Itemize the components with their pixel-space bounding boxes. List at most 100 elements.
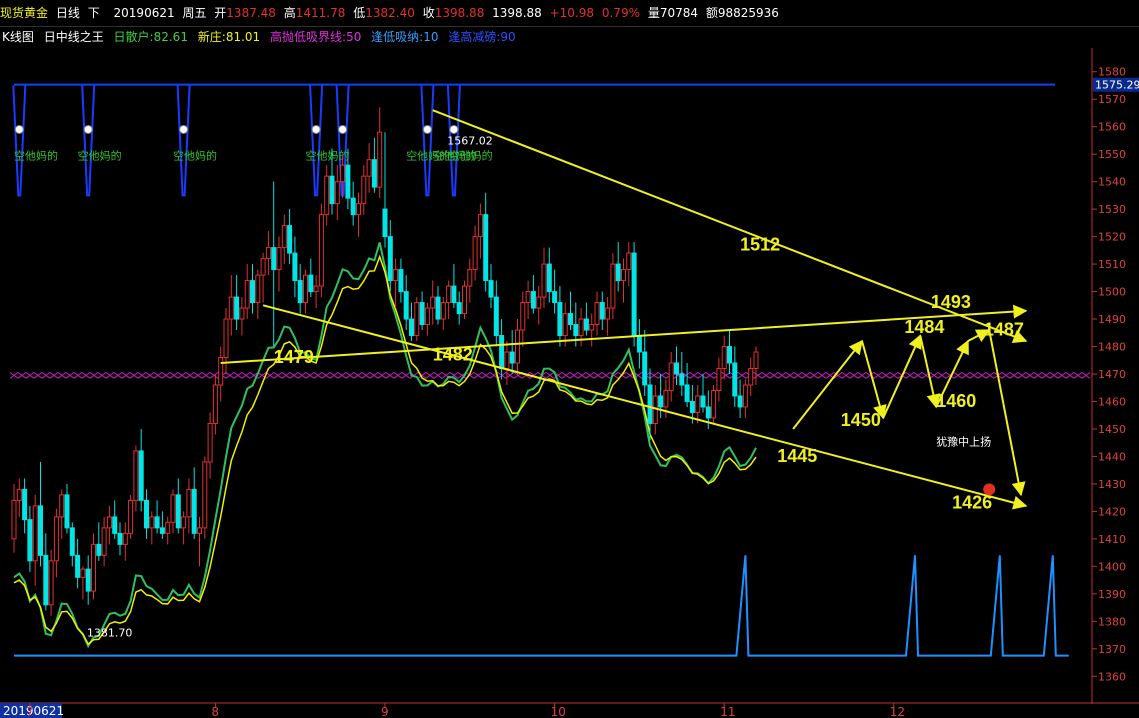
candle-body <box>642 351 648 386</box>
right-marker-label: 1575.29 <box>1095 79 1139 92</box>
candle-body <box>737 395 743 408</box>
candle-body <box>520 302 526 331</box>
candle-body <box>499 335 505 370</box>
candle-body <box>753 351 759 370</box>
price-annotation: 1479 <box>274 347 314 367</box>
candle-body <box>223 318 229 359</box>
candle-body <box>138 450 144 501</box>
candle-body <box>403 291 409 320</box>
price-annotation: 1460 <box>936 391 976 411</box>
price-annotation: 1484 <box>904 317 944 337</box>
candle-body <box>75 554 81 578</box>
y-tick-label: 1510 <box>1098 258 1126 271</box>
candle-body <box>159 527 165 534</box>
candle-body <box>562 313 568 337</box>
candle-body <box>255 274 261 304</box>
candle-body <box>101 527 107 556</box>
x-tick-label: 11 <box>720 705 735 718</box>
candle-body <box>175 494 181 529</box>
candle-body <box>197 527 202 534</box>
skull-icon <box>338 124 348 134</box>
candle-body <box>610 263 616 309</box>
candle-body <box>414 302 420 337</box>
price-chart[interactable]: 1580 1570 1560 1550 1540 1530 1520 1510 1500 1490… <box>0 0 1139 718</box>
candle-body <box>536 296 542 309</box>
y-tick-label: 1560 <box>1098 121 1126 134</box>
candle-body <box>446 285 452 304</box>
y-tick-label: 1470 <box>1098 368 1126 381</box>
candle-body <box>477 214 483 238</box>
candle-body <box>350 197 356 216</box>
candle-body <box>38 505 43 556</box>
price-annotation: 1426 <box>952 493 992 513</box>
y-tick-label: 1490 <box>1098 313 1126 326</box>
candle-body <box>186 488 192 518</box>
candle-body <box>281 225 287 249</box>
candle-body <box>292 252 298 282</box>
x-tick-label: 9 <box>381 705 389 718</box>
candle-body <box>462 285 467 315</box>
candle-body <box>48 560 54 606</box>
y-tick-label: 1380 <box>1098 615 1126 628</box>
price-annotation: 1493 <box>931 292 971 312</box>
candle-body <box>91 543 96 592</box>
candle-body <box>165 521 171 534</box>
candle-body <box>393 269 399 282</box>
candle-body <box>573 324 579 337</box>
candle-body <box>727 346 732 364</box>
y-tick-label: 1390 <box>1098 588 1126 601</box>
candle-body <box>308 274 314 293</box>
candle-body <box>106 516 112 529</box>
candle-body <box>689 400 695 413</box>
y-tick-label: 1420 <box>1098 505 1126 518</box>
candle-body <box>594 302 600 326</box>
y-tick-label: 1500 <box>1098 286 1126 299</box>
candle-body <box>456 302 462 315</box>
candle-body <box>578 318 584 337</box>
candle-body <box>181 516 187 529</box>
candle-body <box>387 236 393 282</box>
y-tick-label: 1570 <box>1098 93 1126 106</box>
candle-body <box>398 269 404 293</box>
candle-body <box>440 302 446 320</box>
candle-body <box>149 516 155 529</box>
candle-body <box>435 296 441 320</box>
y-tick-label: 1530 <box>1098 203 1126 216</box>
candle-body <box>605 307 611 320</box>
y-axis: 1580 1570 1560 1550 1540 1530 1520 1510 1500 1490… <box>1092 66 1126 683</box>
candle-body <box>85 568 91 592</box>
candle-body <box>297 280 303 304</box>
x-tick-label: 12 <box>890 705 905 718</box>
candle-body <box>170 494 176 523</box>
candle-body <box>721 346 727 370</box>
price-annotation: 1450 <box>841 410 881 430</box>
candle-body <box>318 214 324 287</box>
candle-body <box>509 351 515 364</box>
candle-body <box>674 362 679 375</box>
y-tick-label: 1410 <box>1098 533 1126 546</box>
x-tick-label: 7 <box>26 705 34 718</box>
candle-body <box>530 291 536 309</box>
y-tick-label: 1440 <box>1098 450 1126 463</box>
candle-body <box>16 488 22 501</box>
candle-body <box>128 499 134 534</box>
candle-body <box>27 519 33 562</box>
candle-body <box>467 269 473 287</box>
y-tick-label: 1370 <box>1098 643 1126 656</box>
candle-body <box>684 384 690 402</box>
candle-body <box>265 247 271 260</box>
candle-body <box>361 175 367 205</box>
sell-text: 空他妈的 <box>14 149 58 163</box>
candle-body <box>271 247 277 271</box>
y-tick-label: 1460 <box>1098 395 1126 408</box>
candle-body <box>748 368 754 386</box>
skull-icon <box>179 124 189 134</box>
candle-body <box>260 258 266 276</box>
skull-icon <box>14 124 24 134</box>
sell-text: 空他妈的 <box>78 149 122 163</box>
candle-body <box>11 499 17 540</box>
candle-body <box>244 280 250 309</box>
candle-body <box>22 488 28 521</box>
candle-body <box>472 236 478 271</box>
candle-body <box>287 225 293 254</box>
